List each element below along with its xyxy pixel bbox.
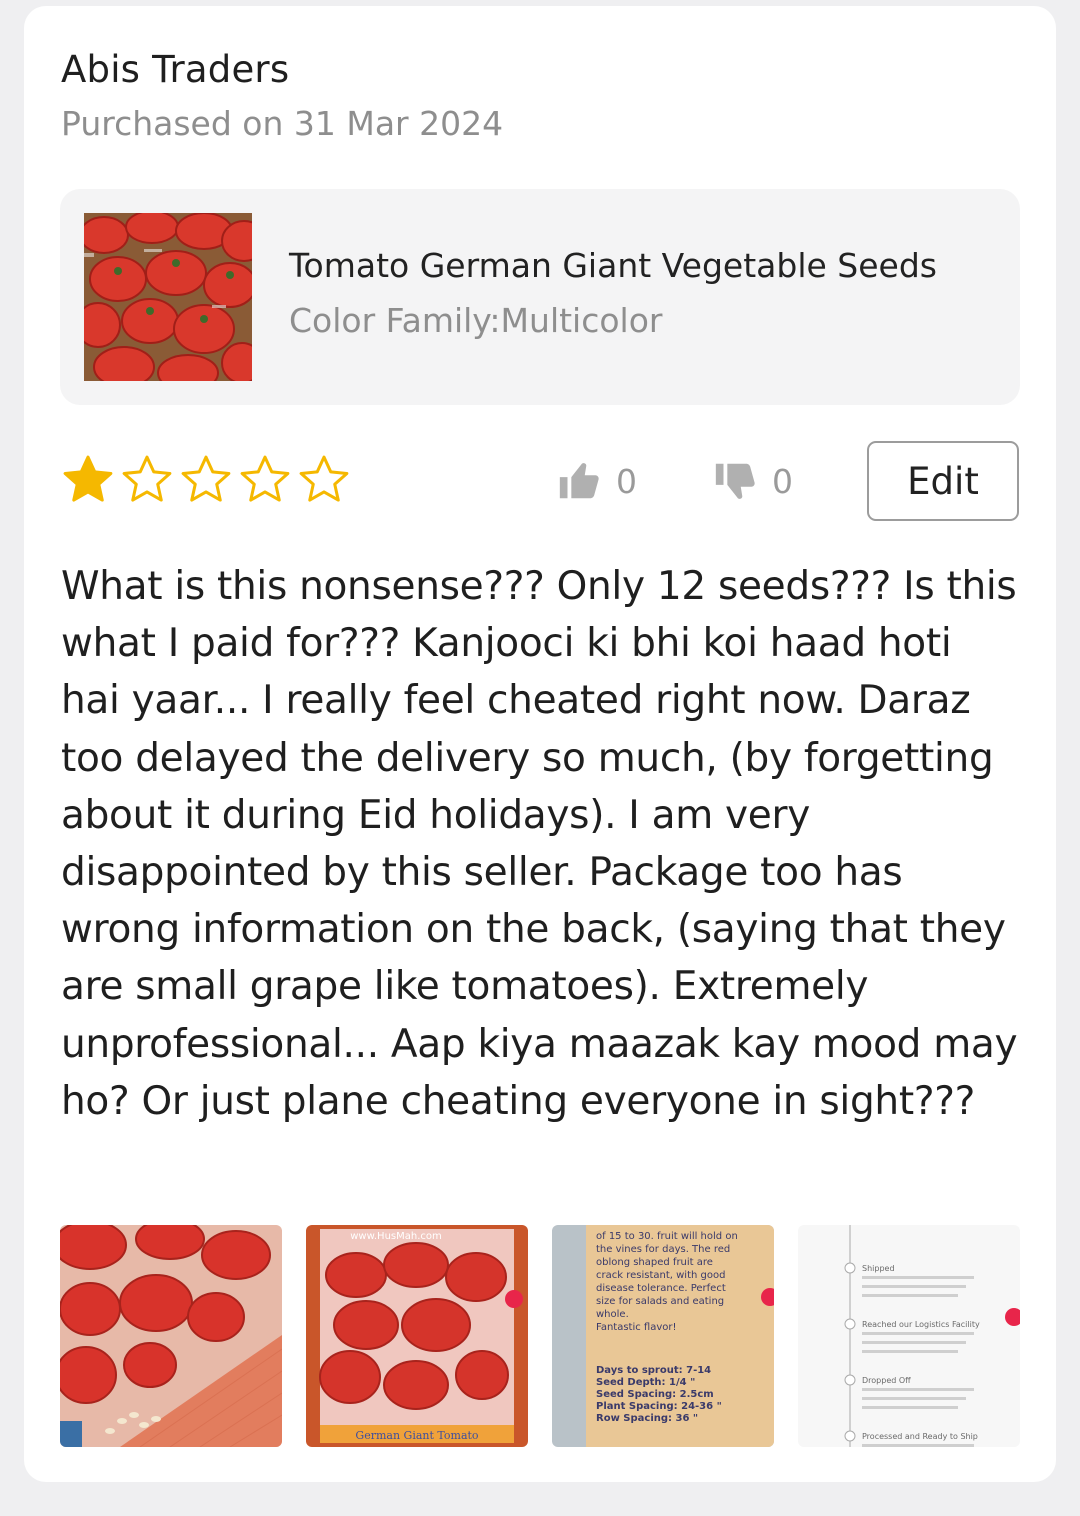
not-helpful-count: 0 xyxy=(772,461,793,501)
tracking-step-label: Processed and Ready to Ship xyxy=(862,1432,978,1441)
packet-watermark: www.HusMah.com xyxy=(350,1231,442,1242)
packet-text-line: Fantastic flavor! xyxy=(596,1322,677,1333)
thumbs-up-icon xyxy=(559,463,599,499)
star-filled-icon xyxy=(63,455,113,502)
tracking-step-detail xyxy=(862,1341,966,1344)
packet-spec-line: Seed Spacing: 2.5cm xyxy=(596,1389,714,1400)
tracking-step-detail xyxy=(862,1406,958,1409)
purchase-date: Purchased on 31 Mar 2024 xyxy=(61,104,504,143)
tracking-step-label: Reached our Logistics Facility xyxy=(862,1320,980,1329)
product-name[interactable]: Tomato German Giant Vegetable Seeds xyxy=(289,246,937,285)
review-photo[interactable]: German Giant Tomato www.HusMah.com xyxy=(306,1225,528,1447)
thumbs-down-icon xyxy=(715,463,755,499)
tracking-step-detail xyxy=(862,1444,974,1447)
review-photos: German Giant Tomato www.HusMah.com of 15… xyxy=(60,1225,1020,1447)
review-card: Abis Traders Purchased on 31 Mar 2024 To… xyxy=(24,6,1056,1482)
tracking-step-label: Dropped Off xyxy=(862,1376,911,1385)
star-empty-icon xyxy=(240,455,290,502)
review-photo[interactable] xyxy=(60,1225,282,1447)
seed-packet-front-photo-icon xyxy=(60,1225,282,1447)
helpful-count: 0 xyxy=(616,461,637,501)
packet-text-line: size for salads and eating xyxy=(596,1296,724,1307)
packet-spec-line: Seed Depth: 1/4 " xyxy=(596,1377,695,1388)
tracking-step-detail xyxy=(862,1332,974,1335)
packet-text-line: the vines for days. The red xyxy=(596,1244,730,1255)
tracking-step-detail xyxy=(862,1350,958,1353)
tracking-step-detail xyxy=(862,1285,966,1288)
product-thumbnail[interactable] xyxy=(84,213,252,381)
packet-text-line: crack resistant, with good xyxy=(596,1270,725,1281)
delivery-tracking-screenshot-icon: Shipped Reached our Logistics Facility Dro… xyxy=(798,1225,1020,1447)
tracking-step-detail xyxy=(862,1276,974,1279)
tracking-step-dot xyxy=(844,1262,856,1274)
review-text: What is this nonsense??? Only 12 seeds??… xyxy=(61,564,1018,1124)
packet-spec-line: Row Spacing: 36 " xyxy=(596,1413,698,1424)
star-empty-icon xyxy=(299,455,349,502)
review-photo[interactable]: Shipped Reached our Logistics Facility Dro… xyxy=(798,1225,1020,1447)
edit-review-button[interactable]: Edit xyxy=(867,441,1019,521)
tracking-step-detail xyxy=(862,1294,958,1297)
review-photo[interactable]: of 15 to 30. fruit will hold on the vines… xyxy=(552,1225,774,1447)
helpful-button[interactable]: 0 xyxy=(556,458,637,504)
packet-spec-line: Plant Spacing: 24-36 " xyxy=(596,1401,722,1412)
star-rating xyxy=(60,452,352,508)
seed-packet-full-photo-icon: German Giant Tomato www.HusMah.com xyxy=(306,1225,528,1447)
tracking-step-label: Shipped xyxy=(862,1264,895,1273)
tracking-step-dot xyxy=(844,1430,856,1442)
tracking-step-dot xyxy=(844,1374,856,1386)
seed-packet-back-photo-icon: of 15 to 30. fruit will hold on the vines… xyxy=(552,1225,774,1447)
packet-text-line: whole. xyxy=(596,1309,629,1320)
star-empty-icon xyxy=(122,455,172,502)
tracking-step-dot xyxy=(844,1318,856,1330)
packet-text-line: of 15 to 30. fruit will hold on xyxy=(596,1231,738,1242)
star-empty-icon xyxy=(181,455,231,502)
product-summary[interactable]: Tomato German Giant Vegetable Seeds Colo… xyxy=(60,189,1020,405)
packet-spec-line: Days to sprout: 7-14 xyxy=(596,1365,711,1376)
not-helpful-button[interactable]: 0 xyxy=(712,458,793,504)
packet-text-line: disease tolerance. Perfect xyxy=(596,1283,726,1294)
packet-title: German Giant Tomato xyxy=(355,1429,479,1442)
tomatoes-photo-icon xyxy=(84,213,252,381)
tracking-step-detail xyxy=(862,1388,974,1391)
packet-text-line: oblong shaped fruit are xyxy=(596,1257,713,1268)
seller-name[interactable]: Abis Traders xyxy=(61,48,289,91)
product-variant: Color Family:Multicolor xyxy=(289,301,663,340)
tracking-step-detail xyxy=(862,1397,966,1400)
